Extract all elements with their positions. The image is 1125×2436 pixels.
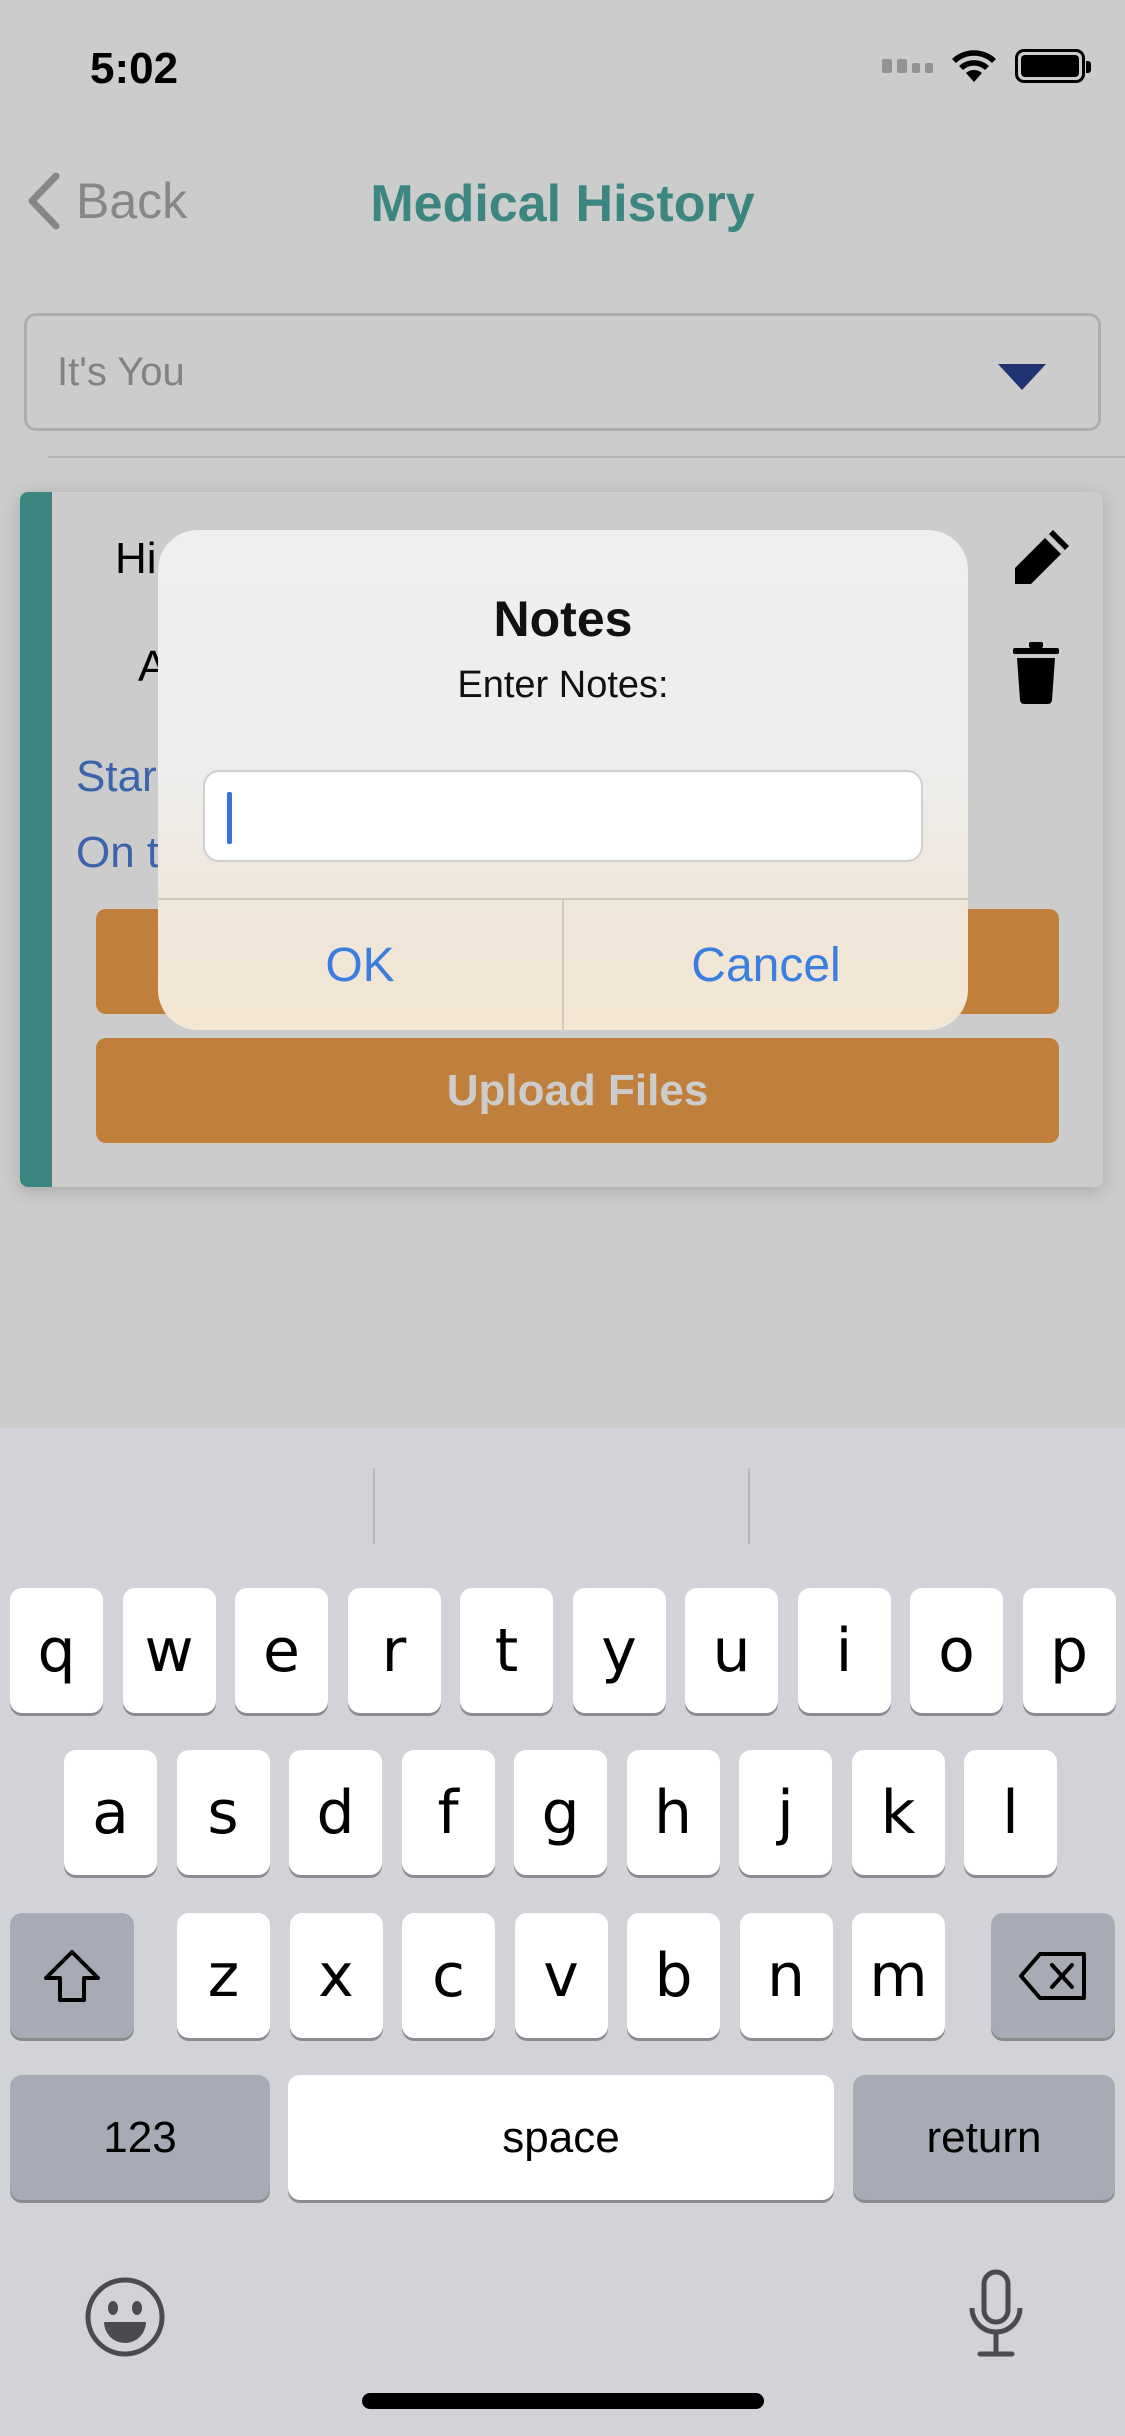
key-a[interactable]: a — [64, 1750, 157, 1875]
key-h[interactable]: h — [626, 1750, 720, 1875]
key-f[interactable]: f — [401, 1750, 495, 1875]
microphone-icon[interactable] — [966, 2268, 1026, 2360]
key-c[interactable]: c — [402, 1913, 495, 2038]
key-t[interactable]: t — [460, 1588, 553, 1713]
return-key[interactable]: return — [853, 2075, 1115, 2200]
emoji-icon[interactable] — [84, 2276, 166, 2358]
key-g[interactable]: g — [514, 1750, 607, 1875]
key-o[interactable]: o — [910, 1588, 1003, 1713]
key-d[interactable]: d — [289, 1750, 382, 1875]
cancel-button[interactable]: Cancel — [564, 900, 968, 1030]
key-y[interactable]: y — [572, 1588, 666, 1713]
ok-button[interactable]: OK — [158, 900, 562, 1030]
notes-input[interactable] — [205, 772, 921, 860]
space-key[interactable]: space — [288, 2075, 834, 2200]
key-b[interactable]: b — [627, 1913, 720, 2038]
key-s[interactable]: s — [176, 1750, 270, 1875]
suggestion-divider — [748, 1468, 750, 1544]
key-l[interactable]: l — [964, 1750, 1057, 1875]
notes-alert-dialog: Notes Enter Notes: OK Cancel — [158, 530, 968, 1030]
key-n[interactable]: n — [739, 1913, 833, 2038]
backspace-icon — [1019, 1951, 1086, 2000]
key-e[interactable]: e — [235, 1588, 328, 1713]
delete-key[interactable] — [991, 1913, 1115, 2038]
notes-text-field[interactable] — [203, 770, 923, 862]
key-u[interactable]: u — [685, 1588, 778, 1713]
key-i[interactable]: i — [797, 1588, 891, 1713]
key-x[interactable]: x — [289, 1913, 383, 2038]
key-r[interactable]: r — [347, 1588, 441, 1713]
key-p[interactable]: p — [1022, 1588, 1116, 1713]
shift-icon — [44, 1949, 100, 2002]
key-m[interactable]: m — [852, 1913, 945, 2038]
key-k[interactable]: k — [851, 1750, 945, 1875]
shift-key[interactable] — [10, 1913, 134, 2038]
key-j[interactable]: j — [739, 1750, 832, 1875]
screen: 5:02 Back Medical History It's You Hi A … — [0, 0, 1125, 2436]
alert-title: Notes — [493, 591, 633, 647]
numbers-key[interactable]: 123 — [10, 2075, 270, 2200]
key-z[interactable]: z — [177, 1913, 270, 2038]
suggestion-divider — [373, 1468, 375, 1544]
key-w[interactable]: w — [122, 1588, 216, 1713]
keyboard: 123 space return qwertyuiop asdfghjkl zxcv… — [0, 1428, 1125, 2436]
key-q[interactable]: q — [10, 1588, 103, 1713]
key-v[interactable]: v — [514, 1913, 608, 2038]
alert-message: Enter Notes: — [457, 664, 669, 706]
home-indicator — [362, 2393, 764, 2409]
